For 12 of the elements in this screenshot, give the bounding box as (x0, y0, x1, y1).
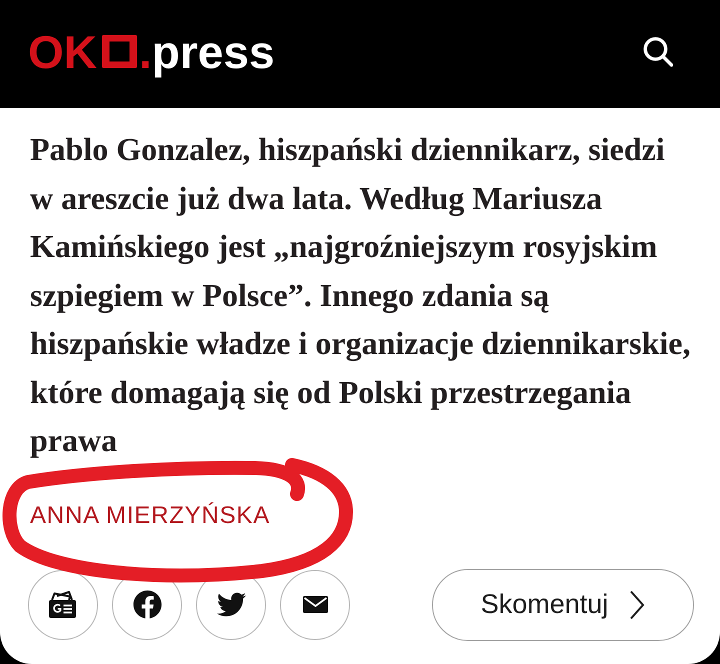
square-ring-icon[interactable] (102, 35, 137, 68)
logo-wordmark[interactable]: .press (139, 29, 275, 75)
lede-paragraph: Pablo Gonzalez, hiszpański dziennikarz, siedzi w areszcie już dwa lata. Według Mariusza Kamińskiego jest „najgroźniejszym rosyjskim szpiegiem w Polsce”. Innego zdania są hiszpańskie władze i organizacje dziennikarskie, które domagają się od Polski przestrzegania prawa (30, 130, 692, 460)
comment-button[interactable]: Skomentuj (432, 568, 694, 640)
facebook-icon (132, 590, 162, 619)
logo-wordmark[interactable]: OK (28, 29, 97, 75)
author-link[interactable]: ANNA MIERZYŃSKA (30, 500, 270, 530)
newspaper-icon (48, 590, 78, 618)
envelope-icon (302, 596, 328, 613)
search-icon[interactable] (643, 37, 673, 67)
chevron-right-icon (629, 590, 646, 620)
bird-icon (216, 590, 246, 619)
